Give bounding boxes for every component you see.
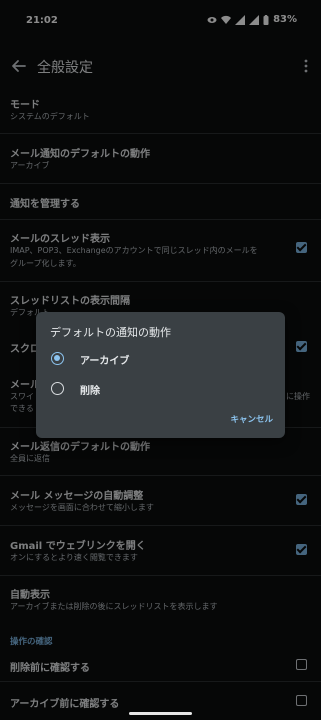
radio-label: 削除 — [80, 386, 100, 397]
radio-button[interactable] — [51, 382, 64, 395]
notification-action-dialog: デフォルトの通知の動作 アーカイブ 削除 キャンセル — [36, 312, 285, 438]
dialog-title: デフォルトの通知の動作 — [50, 326, 171, 339]
cancel-button[interactable]: キャンセル — [230, 413, 273, 425]
radio-label: アーカイブ — [80, 356, 130, 367]
radio-option-delete[interactable]: 削除 — [36, 375, 285, 403]
radio-option-archive[interactable]: アーカイブ — [36, 345, 285, 373]
gmail-general-settings-screen: 21:02 83% 全般設定 モード システムのデフォルト メール通知のデフォル… — [0, 0, 321, 720]
gesture-nav-handle[interactable] — [129, 712, 192, 715]
radio-button-selected[interactable] — [51, 352, 64, 365]
